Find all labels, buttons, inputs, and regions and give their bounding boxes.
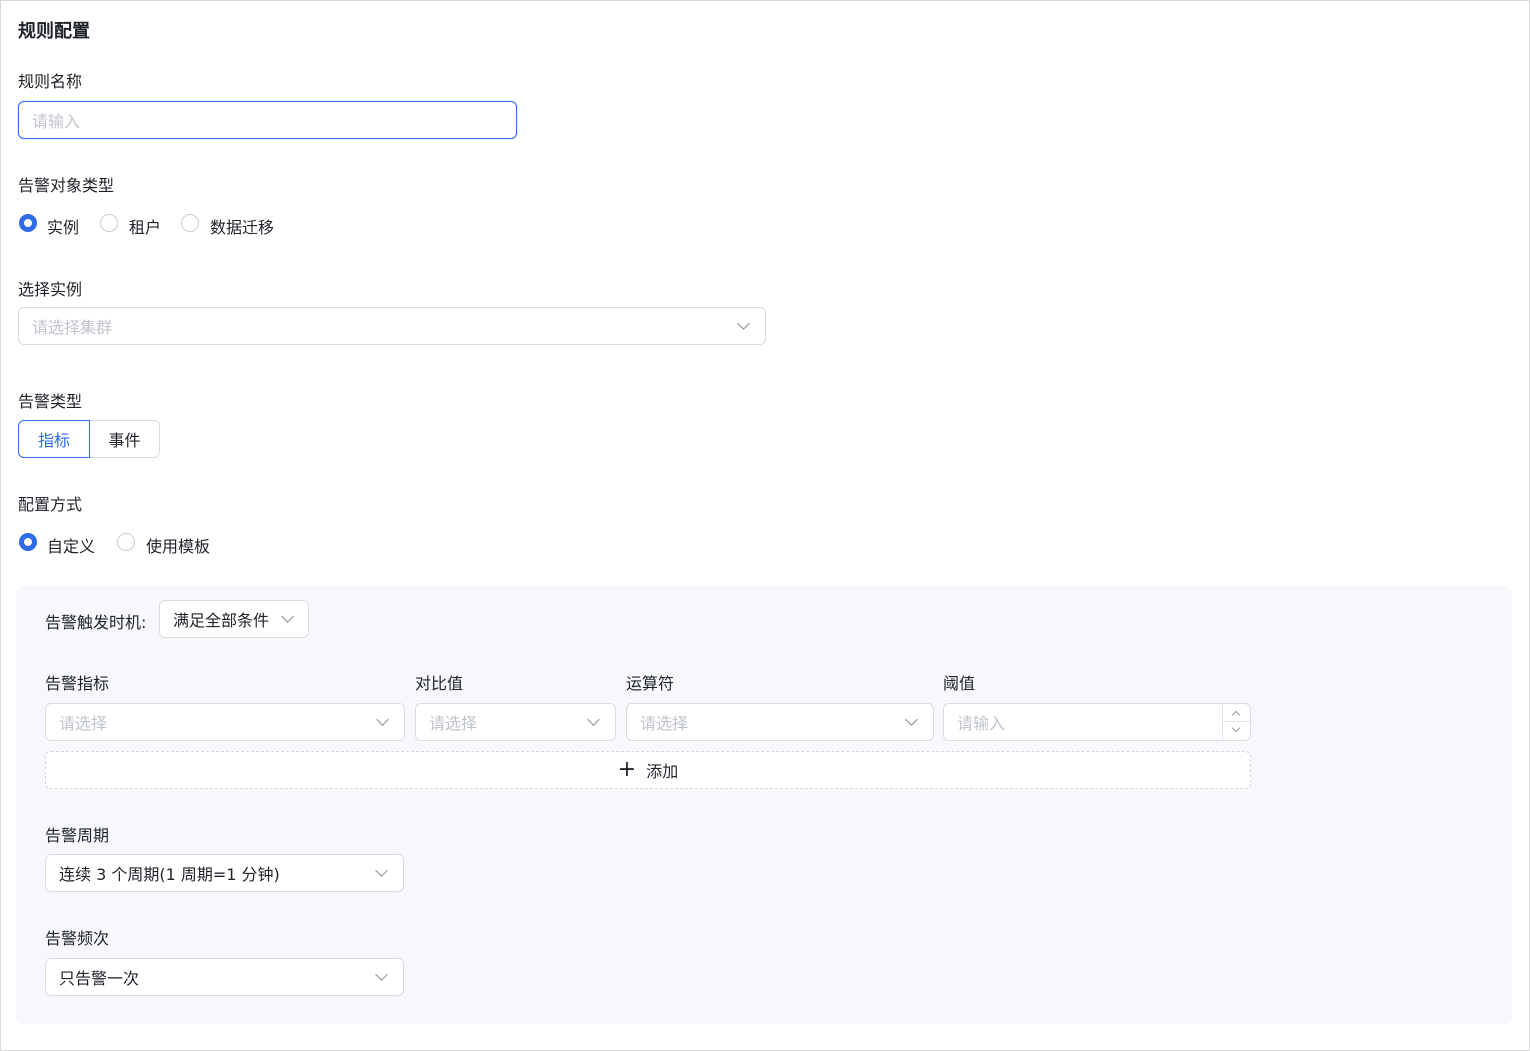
radio-instance[interactable] bbox=[19, 214, 37, 232]
number-stepper bbox=[1222, 704, 1250, 740]
stepper-up-button[interactable] bbox=[1223, 704, 1250, 722]
metric-placeholder: 请选择 bbox=[59, 714, 108, 733]
compare-select[interactable]: 请选择 bbox=[415, 703, 616, 741]
tab-metric[interactable]: 指标 bbox=[18, 420, 90, 458]
period-select[interactable]: 连续 3 个周期(1 周期=1 分钟) bbox=[45, 854, 404, 892]
radio-data-migration-label[interactable]: 数据迁移 bbox=[210, 214, 274, 238]
config-mode-label: 配置方式 bbox=[18, 495, 83, 514]
rule-name-input[interactable]: 请输入 bbox=[18, 101, 517, 139]
chevron-down-icon bbox=[1231, 723, 1241, 733]
select-instance-placeholder: 请选择集群 bbox=[32, 318, 113, 337]
tab-event[interactable]: 事件 bbox=[89, 420, 160, 458]
radio-use-template[interactable] bbox=[117, 533, 135, 551]
add-condition-button[interactable]: + 添加 bbox=[45, 751, 1251, 789]
chevron-down-icon bbox=[375, 864, 388, 877]
header-operator: 运算符 bbox=[626, 674, 675, 693]
stepper-down-button[interactable] bbox=[1223, 722, 1250, 740]
period-value: 连续 3 个周期(1 周期=1 分钟) bbox=[59, 865, 280, 884]
period-label: 告警周期 bbox=[45, 826, 110, 845]
trigger-dropdown[interactable]: 满足全部条件 bbox=[159, 600, 309, 638]
section-title: 规则配置 bbox=[18, 21, 90, 42]
compare-placeholder: 请选择 bbox=[429, 714, 478, 733]
frequency-select[interactable]: 只告警一次 bbox=[45, 958, 404, 996]
target-type-label: 告警对象类型 bbox=[18, 176, 115, 195]
alert-type-label: 告警类型 bbox=[18, 392, 83, 411]
chevron-down-icon bbox=[375, 968, 388, 981]
operator-select[interactable]: 请选择 bbox=[626, 703, 934, 741]
rule-name-placeholder: 请输入 bbox=[32, 112, 81, 131]
alert-type-segmented: 指标 事件 bbox=[18, 420, 160, 458]
chevron-up-icon bbox=[1231, 710, 1241, 720]
radio-tenant-label[interactable]: 租户 bbox=[129, 214, 161, 238]
metric-select[interactable]: 请选择 bbox=[45, 703, 405, 741]
radio-custom[interactable] bbox=[19, 533, 37, 551]
select-instance-label: 选择实例 bbox=[18, 280, 83, 299]
chevron-down-icon bbox=[905, 713, 918, 726]
select-instance-dropdown[interactable]: 请选择集群 bbox=[18, 307, 766, 345]
radio-tenant[interactable] bbox=[100, 214, 118, 232]
frequency-value: 只告警一次 bbox=[59, 969, 140, 988]
threshold-input[interactable]: 请输入 bbox=[943, 703, 1251, 741]
radio-custom-label[interactable]: 自定义 bbox=[47, 533, 95, 557]
radio-instance-label[interactable]: 实例 bbox=[47, 214, 79, 238]
plus-icon: + bbox=[617, 757, 637, 782]
operator-placeholder: 请选择 bbox=[640, 714, 689, 733]
header-threshold: 阈值 bbox=[943, 674, 976, 693]
radio-use-template-label[interactable]: 使用模板 bbox=[146, 533, 210, 557]
rule-config-form: 规则配置 规则名称 请输入 告警对象类型 实例 租户 数据迁移 选择实例 请选择… bbox=[0, 0, 1530, 1051]
chevron-down-icon bbox=[587, 713, 600, 726]
threshold-placeholder: 请输入 bbox=[957, 714, 1006, 733]
header-compare: 对比值 bbox=[415, 674, 464, 693]
trigger-value: 满足全部条件 bbox=[173, 611, 270, 630]
add-condition-label: 添加 bbox=[646, 762, 679, 781]
radio-data-migration[interactable] bbox=[181, 214, 199, 232]
rule-name-label: 规则名称 bbox=[18, 72, 83, 91]
header-metric: 告警指标 bbox=[45, 674, 110, 693]
chevron-down-icon bbox=[737, 317, 750, 330]
trigger-label: 告警触发时机: bbox=[45, 613, 147, 632]
chevron-down-icon bbox=[376, 713, 389, 726]
frequency-label: 告警频次 bbox=[45, 929, 110, 948]
chevron-down-icon bbox=[281, 610, 294, 623]
